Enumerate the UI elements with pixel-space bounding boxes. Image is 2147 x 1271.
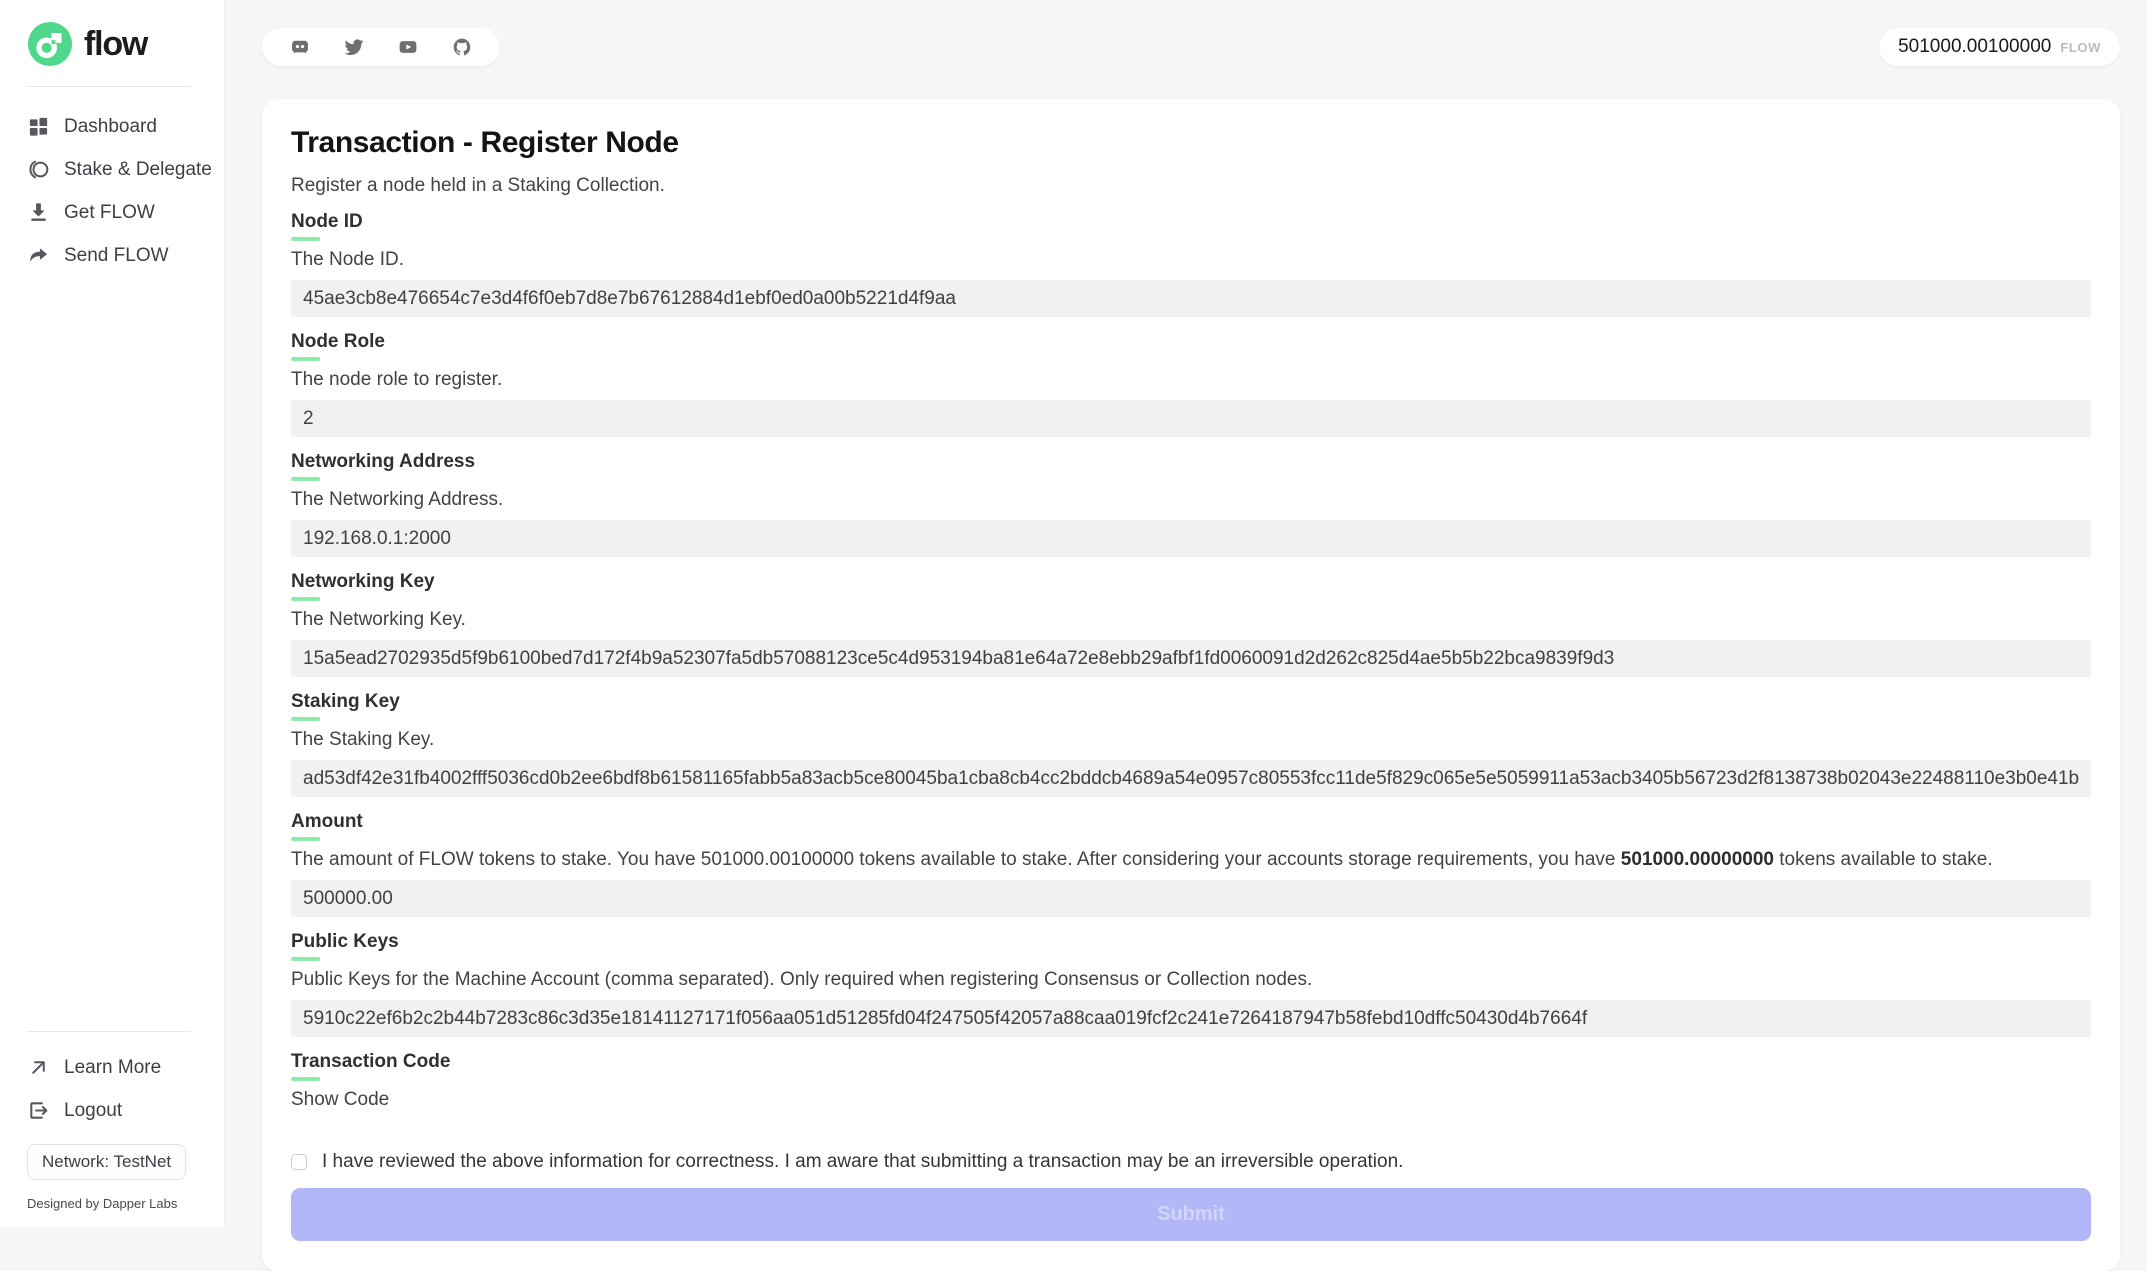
amount-input[interactable] [291,880,2091,917]
field-label: Node ID [291,211,2091,233]
sidebar-spacer [0,277,224,1031]
field-node-id: Node ID The Node ID. [291,211,2091,317]
sidebar-item-label: Stake & Delegate [64,159,212,181]
field-transaction-code: Transaction Code Show Code [291,1051,2091,1111]
confirmation-text: I have reviewed the above information fo… [322,1151,1403,1173]
field-label: Staking Key [291,691,2091,713]
github-icon[interactable] [452,37,472,57]
sidebar: flow Dashboard Stake & Delegate [0,0,225,1227]
transaction-card: Transaction - Register Node Register a n… [262,99,2120,1271]
staking-key-input[interactable] [291,760,2091,797]
field-description: The amount of FLOW tokens to stake. You … [291,849,2091,871]
field-description: The Networking Address. [291,489,2091,511]
page-title: Transaction - Register Node [291,126,2091,160]
sidebar-item-label: Dashboard [64,116,157,138]
label-underline [291,717,320,721]
field-node-role: Node Role The node role to register. [291,331,2091,437]
label-underline [291,1077,320,1081]
sidebar-nav: Dashboard Stake & Delegate Get FLOW [0,87,224,277]
flow-brand[interactable]: flow [0,0,224,86]
youtube-icon[interactable] [398,37,418,57]
networking-address-input[interactable] [291,520,2091,557]
sidebar-footer: Learn More Logout Network: TestNet Desig… [0,1031,224,1227]
label-underline [291,237,320,241]
sidebar-item-label: Learn More [64,1057,161,1079]
sidebar-item-label: Get FLOW [64,202,155,224]
social-links-pill [262,28,500,66]
confirmation-checkbox[interactable] [291,1154,307,1170]
label-underline [291,357,320,361]
field-amount: Amount The amount of FLOW tokens to stak… [291,811,2091,917]
label-underline [291,957,320,961]
sidebar-item-get-flow[interactable]: Get FLOW [0,191,224,234]
balance-currency-label: FLOW [2060,40,2101,55]
external-link-icon [27,1056,50,1079]
sidebar-divider-bottom [27,1031,191,1032]
discord-icon[interactable] [290,37,310,57]
stake-delegate-icon [27,158,50,181]
sidebar-item-label: Send FLOW [64,245,169,267]
logout-icon [27,1099,50,1122]
account-balance-pill: 501000.00100000 FLOW [1879,28,2120,66]
field-description: The Node ID. [291,249,2091,271]
field-staking-key: Staking Key The Staking Key. [291,691,2091,797]
public-keys-input[interactable] [291,1000,2091,1037]
field-networking-key: Networking Key The Networking Key. [291,571,2091,677]
balance-amount: 501000.00100000 [1898,36,2051,58]
designed-by-credit: Designed by Dapper Labs [0,1180,224,1211]
main-content: 501000.00100000 FLOW Transaction - Regis… [225,0,2147,1227]
sidebar-item-label: Logout [64,1100,122,1122]
field-description: The node role to register. [291,369,2091,391]
flow-logo-icon [27,21,73,67]
field-label: Transaction Code [291,1051,2091,1073]
node-role-input[interactable] [291,400,2091,437]
twitter-icon[interactable] [344,37,364,57]
node-id-input[interactable] [291,280,2091,317]
sidebar-item-send-flow[interactable]: Send FLOW [0,234,224,277]
field-label: Networking Address [291,451,2091,473]
label-underline [291,477,320,481]
sidebar-item-dashboard[interactable]: Dashboard [0,105,224,148]
amount-desc-after: tokens available to stake. [1774,849,1993,870]
label-underline [291,597,320,601]
field-description: The Networking Key. [291,609,2091,631]
brand-name: flow [84,25,147,64]
download-icon [27,201,50,224]
field-public-keys: Public Keys Public Keys for the Machine … [291,931,2091,1037]
submit-button[interactable]: Submit [291,1188,2091,1241]
page-subtitle: Register a node held in a Staking Collec… [291,175,2091,197]
field-label: Node Role [291,331,2091,353]
field-networking-address: Networking Address The Networking Addres… [291,451,2091,557]
field-description: Public Keys for the Machine Account (com… [291,969,2091,991]
send-icon [27,244,50,267]
sidebar-item-learn-more[interactable]: Learn More [0,1046,224,1089]
top-bar: 501000.00100000 FLOW [262,28,2120,66]
network-badge: Network: TestNet [27,1144,186,1180]
amount-desc-before: The amount of FLOW tokens to stake. You … [291,849,1621,870]
sidebar-item-stake-delegate[interactable]: Stake & Delegate [0,148,224,191]
field-label: Networking Key [291,571,2091,593]
amount-available-bold: 501000.00000000 [1621,849,1774,870]
field-description: The Staking Key. [291,729,2091,751]
flow-port-app: flow Dashboard Stake & Delegate [0,0,2147,1227]
show-code-link[interactable]: Show Code [291,1089,389,1111]
field-label: Amount [291,811,2091,833]
dashboard-icon [27,115,50,138]
networking-key-input[interactable] [291,640,2091,677]
label-underline [291,837,320,841]
confirmation-row: I have reviewed the above information fo… [291,1151,2091,1173]
sidebar-item-logout[interactable]: Logout [0,1089,224,1132]
field-label: Public Keys [291,931,2091,953]
